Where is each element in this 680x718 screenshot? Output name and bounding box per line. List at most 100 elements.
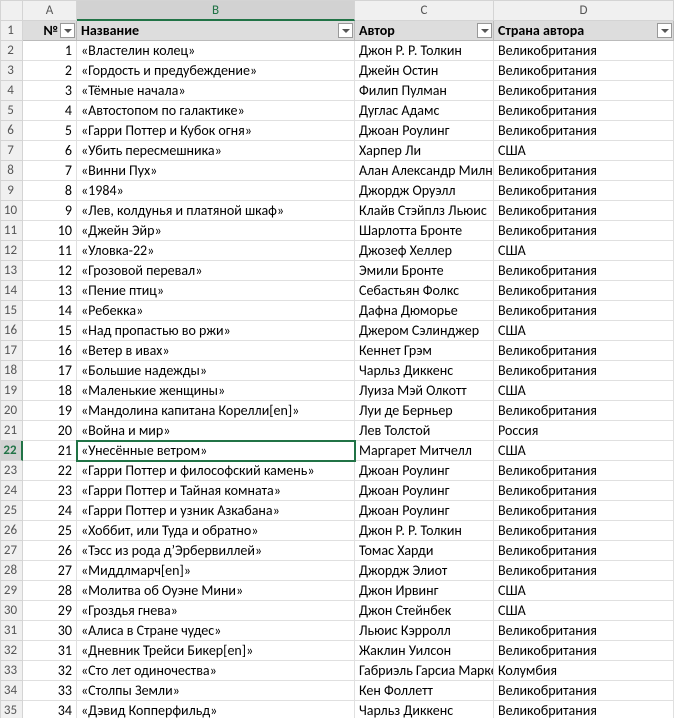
cell-A25[interactable]: 24 xyxy=(23,501,77,521)
row-header-32[interactable]: 32 xyxy=(1,641,23,661)
cell-D34[interactable]: Великобритания xyxy=(494,681,674,701)
cell-B7[interactable]: «Убить пересмешника» xyxy=(77,141,355,161)
cell-D19[interactable]: США xyxy=(494,381,674,401)
cell-D6[interactable]: Великобритания xyxy=(494,121,674,141)
cell-D32[interactable]: Великобритания xyxy=(494,641,674,661)
cell-B4[interactable]: «Тёмные начала» xyxy=(77,81,355,101)
cell-D22[interactable]: США xyxy=(494,441,674,461)
row-header-15[interactable]: 15 xyxy=(1,301,23,321)
cell-D21[interactable]: Россия xyxy=(494,421,674,441)
cell-B28[interactable]: «Миддлмарч[en]» xyxy=(77,561,355,581)
cell-C26[interactable]: Джон Р. Р. Толкин xyxy=(355,521,494,541)
cell-C19[interactable]: Луиза Мэй Олкотт xyxy=(355,381,494,401)
cell-A23[interactable]: 22 xyxy=(23,461,77,481)
cell-D27[interactable]: Великобритания xyxy=(494,541,674,561)
cell-D5[interactable]: Великобритания xyxy=(494,101,674,121)
cell-D25[interactable]: Великобритания xyxy=(494,501,674,521)
cell-A15[interactable]: 14 xyxy=(23,301,77,321)
cell-C20[interactable]: Луи де Берньер xyxy=(355,401,494,421)
cell-C18[interactable]: Чарльз Диккенс xyxy=(355,361,494,381)
cell-C31[interactable]: Льюис Кэрролл xyxy=(355,621,494,641)
cell-B26[interactable]: «Хоббит, или Туда и обратно» xyxy=(77,521,355,541)
cell-A18[interactable]: 17 xyxy=(23,361,77,381)
cell-C28[interactable]: Джордж Элиот xyxy=(355,561,494,581)
cell-D35[interactable]: Великобритания xyxy=(494,701,674,718)
cell-A24[interactable]: 23 xyxy=(23,481,77,501)
cell-C6[interactable]: Джоан Роулинг xyxy=(355,121,494,141)
cell-D9[interactable]: Великобритания xyxy=(494,181,674,201)
row-header-31[interactable]: 31 xyxy=(1,621,23,641)
cell-B25[interactable]: «Гарри Поттер и узник Азкабана» xyxy=(77,501,355,521)
cell-B8[interactable]: «Винни Пух» xyxy=(77,161,355,181)
cell-C5[interactable]: Дуглас Адамс xyxy=(355,101,494,121)
cell-C13[interactable]: Эмили Бронте xyxy=(355,261,494,281)
cell-D20[interactable]: Великобритания xyxy=(494,401,674,421)
row-header-19[interactable]: 19 xyxy=(1,381,23,401)
table-header-cell[interactable]: Автор xyxy=(355,21,494,41)
cell-B35[interactable]: «Дэвид Копперфильд» xyxy=(77,701,355,718)
cell-A19[interactable]: 18 xyxy=(23,381,77,401)
cell-B24[interactable]: «Гарри Поттер и Тайная комната» xyxy=(77,481,355,501)
cell-C8[interactable]: Алан Александр Милн xyxy=(355,161,494,181)
row-header-26[interactable]: 26 xyxy=(1,521,23,541)
cell-A29[interactable]: 28 xyxy=(23,581,77,601)
row-header-20[interactable]: 20 xyxy=(1,401,23,421)
cell-B34[interactable]: «Столпы Земли» xyxy=(77,681,355,701)
cell-C21[interactable]: Лев Толстой xyxy=(355,421,494,441)
row-header-14[interactable]: 14 xyxy=(1,281,23,301)
cell-B22[interactable]: «Унесённые ветром» xyxy=(77,441,355,461)
row-header-7[interactable]: 7 xyxy=(1,141,23,161)
cell-A27[interactable]: 26 xyxy=(23,541,77,561)
column-header-B[interactable]: B xyxy=(77,1,355,21)
row-header-8[interactable]: 8 xyxy=(1,161,23,181)
row-header-34[interactable]: 34 xyxy=(1,681,23,701)
cell-B6[interactable]: «Гарри Поттер и Кубок огня» xyxy=(77,121,355,141)
column-header-A[interactable]: A xyxy=(23,1,77,21)
cell-D31[interactable]: Великобритания xyxy=(494,621,674,641)
row-header-24[interactable]: 24 xyxy=(1,481,23,501)
row-header-16[interactable]: 16 xyxy=(1,321,23,341)
cell-A12[interactable]: 11 xyxy=(23,241,77,261)
row-header-13[interactable]: 13 xyxy=(1,261,23,281)
cell-B13[interactable]: «Грозовой перевал» xyxy=(77,261,355,281)
cell-D13[interactable]: Великобритания xyxy=(494,261,674,281)
cell-A32[interactable]: 31 xyxy=(23,641,77,661)
cell-D17[interactable]: Великобритания xyxy=(494,341,674,361)
row-header-23[interactable]: 23 xyxy=(1,461,23,481)
cell-D28[interactable]: Великобритания xyxy=(494,561,674,581)
cell-D33[interactable]: Колумбия xyxy=(494,661,674,681)
filter-dropdown-icon[interactable] xyxy=(338,23,353,38)
spreadsheet-grid[interactable]: ABCD1№НазваниеАвторСтрана автора21«Власт… xyxy=(0,0,674,718)
table-header-cell[interactable]: Страна автора xyxy=(494,21,674,41)
cell-C16[interactable]: Джером Сэлинджер xyxy=(355,321,494,341)
cell-D4[interactable]: Великобритания xyxy=(494,81,674,101)
row-header-29[interactable]: 29 xyxy=(1,581,23,601)
row-header-11[interactable]: 11 xyxy=(1,221,23,241)
cell-B18[interactable]: «Большие надежды» xyxy=(77,361,355,381)
row-header-5[interactable]: 5 xyxy=(1,101,23,121)
cell-A30[interactable]: 29 xyxy=(23,601,77,621)
cell-D15[interactable]: Великобритания xyxy=(494,301,674,321)
cell-B27[interactable]: «Тэсс из рода д’Эрбервиллей» xyxy=(77,541,355,561)
select-all-corner[interactable] xyxy=(1,1,23,21)
cell-A7[interactable]: 6 xyxy=(23,141,77,161)
cell-B17[interactable]: «Ветер в ивах» xyxy=(77,341,355,361)
cell-A14[interactable]: 13 xyxy=(23,281,77,301)
cell-B32[interactable]: «Дневник Трейси Бикер[en]» xyxy=(77,641,355,661)
cell-A31[interactable]: 30 xyxy=(23,621,77,641)
row-header-18[interactable]: 18 xyxy=(1,361,23,381)
cell-B10[interactable]: «Лев, колдунья и платяной шкаф» xyxy=(77,201,355,221)
cell-C29[interactable]: Джон Ирвинг xyxy=(355,581,494,601)
cell-C9[interactable]: Джордж Оруэлл xyxy=(355,181,494,201)
cell-A3[interactable]: 2 xyxy=(23,61,77,81)
cell-D2[interactable]: Великобритания xyxy=(494,41,674,61)
cell-B3[interactable]: «Гордость и предубеждение» xyxy=(77,61,355,81)
cell-B2[interactable]: «Властелин колец» xyxy=(77,41,355,61)
cell-D16[interactable]: США xyxy=(494,321,674,341)
cell-D29[interactable]: США xyxy=(494,581,674,601)
cell-C30[interactable]: Джон Стейнбек xyxy=(355,601,494,621)
cell-C7[interactable]: Харпер Ли xyxy=(355,141,494,161)
cell-A21[interactable]: 20 xyxy=(23,421,77,441)
row-header-12[interactable]: 12 xyxy=(1,241,23,261)
cell-C15[interactable]: Дафна Дюморье xyxy=(355,301,494,321)
